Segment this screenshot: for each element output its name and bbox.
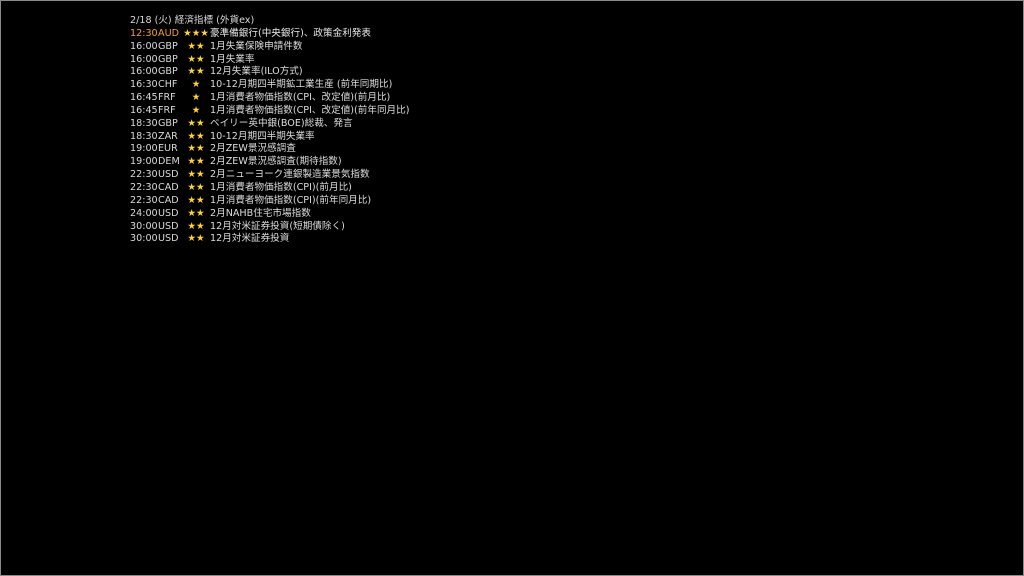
- event-time: 16:00: [130, 40, 158, 52]
- event-currency: FRF: [158, 92, 176, 104]
- event-title: 12月対米証券投資: [210, 233, 290, 245]
- importance-stars-icon: ★★: [187, 181, 205, 193]
- importance-stars-icon: ★: [191, 104, 201, 116]
- event-time: 19:00: [130, 156, 158, 168]
- event-title: 1月失業保険申請件数: [210, 40, 303, 52]
- event-row: 30:00 USD ★★ 12月対米証券投資: [130, 233, 409, 246]
- event-row: 19:00 DEM ★★ 2月ZEW景況感調査(期待指数): [130, 156, 409, 169]
- event-title: 10-12月期四半期鉱工業生産 (前年同期比): [210, 79, 393, 91]
- event-title: 1月消費者物価指数(CPI)(前年同月比): [210, 194, 372, 206]
- event-currency: USD: [158, 233, 179, 245]
- event-currency: GBP: [158, 117, 178, 129]
- event-row: 22:30 USD ★★ 2月ニューヨーク連銀製造業景気指数: [130, 169, 409, 182]
- event-time: 24:00: [130, 207, 158, 219]
- event-title: 10-12月期四半期失業率: [210, 130, 315, 142]
- event-title: 1月消費者物価指数(CPI、改定値)(前年同月比): [210, 104, 410, 116]
- importance-stars-icon: ★★: [187, 220, 205, 232]
- event-title: 2月NAHB住宅市場指数: [210, 207, 311, 219]
- event-row: 16:30 CHF ★ 10-12月期四半期鉱工業生産 (前年同期比): [130, 79, 409, 92]
- event-list: 12:30 AUD ★★★ 豪準備銀行(中央銀行)、政策金利発表 16:00 GBP ★★ 1…: [130, 28, 409, 246]
- importance-stars-icon: ★: [191, 79, 201, 91]
- event-time: 16:00: [130, 66, 158, 78]
- event-time: 12:30: [130, 27, 158, 39]
- event-time: 16:00: [130, 53, 158, 65]
- event-row: 16:00 GBP ★★ 1月失業保険申請件数: [130, 41, 409, 54]
- event-row: 19:00 EUR ★★ 2月ZEW景況感調査: [130, 143, 409, 156]
- importance-stars-icon: ★★: [187, 66, 205, 78]
- event-time: 22:30: [130, 169, 158, 181]
- event-time: 16:45: [130, 92, 158, 104]
- event-title: 2月ニューヨーク連銀製造業景気指数: [210, 169, 370, 181]
- importance-stars-icon: ★★: [187, 156, 205, 168]
- event-currency: CAD: [158, 181, 179, 193]
- event-currency: CAD: [158, 194, 179, 206]
- event-currency: USD: [158, 207, 179, 219]
- event-time: 16:30: [130, 79, 158, 91]
- event-currency: CHF: [158, 79, 178, 91]
- importance-stars-icon: ★: [191, 92, 201, 104]
- event-currency: DEM: [158, 156, 180, 168]
- importance-stars-icon: ★★★: [183, 27, 209, 39]
- event-currency: GBP: [158, 66, 178, 78]
- event-row: 24:00 USD ★★ 2月NAHB住宅市場指数: [130, 208, 409, 221]
- event-title: 12月対米証券投資(短期債除く): [210, 220, 345, 232]
- window-frame: 2/18 (火) 経済指標 (外貨ex) 12:30 AUD ★★★ 豪準備銀行(中央…: [0, 0, 1024, 576]
- event-title: 1月失業率: [210, 53, 255, 65]
- event-row: 12:30 AUD ★★★ 豪準備銀行(中央銀行)、政策金利発表: [130, 28, 409, 41]
- event-row: 16:45 FRF ★ 1月消費者物価指数(CPI、改定値)(前年同月比): [130, 105, 409, 118]
- importance-stars-icon: ★★: [187, 194, 205, 206]
- event-time: 22:30: [130, 194, 158, 206]
- event-title: ベイリー英中銀(BOE)総裁、発言: [210, 117, 353, 129]
- event-row: 22:30 CAD ★★ 1月消費者物価指数(CPI)(前年同月比): [130, 195, 409, 208]
- event-time: 16:45: [130, 104, 158, 116]
- event-time: 30:00: [130, 233, 158, 245]
- calendar-title: 2/18 (火) 経済指標 (外貨ex): [130, 15, 255, 26]
- event-row: 16:00 GBP ★★ 1月失業率: [130, 54, 409, 67]
- event-title: 2月ZEW景況感調査(期待指数): [210, 156, 342, 168]
- event-time: 18:30: [130, 130, 158, 142]
- event-row: 16:00 GBP ★★ 12月失業率(ILO方式): [130, 66, 409, 79]
- importance-stars-icon: ★★: [187, 233, 205, 245]
- event-title: 12月失業率(ILO方式): [210, 66, 303, 78]
- event-row: 22:30 CAD ★★ 1月消費者物価指数(CPI)(前月比): [130, 182, 409, 195]
- event-row: 18:30 GBP ★★ ベイリー英中銀(BOE)総裁、発言: [130, 118, 409, 131]
- event-currency: USD: [158, 169, 179, 181]
- event-currency: FRF: [158, 104, 176, 116]
- event-currency: ZAR: [158, 130, 178, 142]
- event-time: 22:30: [130, 181, 158, 193]
- event-title: 2月ZEW景況感調査: [210, 143, 296, 155]
- event-time: 19:00: [130, 143, 158, 155]
- importance-stars-icon: ★★: [187, 143, 205, 155]
- event-currency: GBP: [158, 40, 178, 52]
- importance-stars-icon: ★★: [187, 207, 205, 219]
- event-title: 豪準備銀行(中央銀行)、政策金利発表: [210, 27, 371, 39]
- event-row: 30:00 USD ★★ 12月対米証券投資(短期債除く): [130, 221, 409, 234]
- importance-stars-icon: ★★: [187, 53, 205, 65]
- economic-calendar-panel: 2/18 (火) 経済指標 (外貨ex) 12:30 AUD ★★★ 豪準備銀行(中央…: [130, 15, 409, 246]
- event-time: 30:00: [130, 220, 158, 232]
- event-row: 18:30 ZAR ★★ 10-12月期四半期失業率: [130, 131, 409, 144]
- event-currency: EUR: [158, 143, 178, 155]
- importance-stars-icon: ★★: [187, 40, 205, 52]
- event-time: 18:30: [130, 117, 158, 129]
- event-title: 1月消費者物価指数(CPI)(前月比): [210, 181, 352, 193]
- event-row: 16:45 FRF ★ 1月消費者物価指数(CPI、改定値)(前月比): [130, 92, 409, 105]
- importance-stars-icon: ★★: [187, 117, 205, 129]
- event-currency: AUD: [158, 27, 179, 39]
- event-title: 1月消費者物価指数(CPI、改定値)(前月比): [210, 92, 391, 104]
- importance-stars-icon: ★★: [187, 169, 205, 181]
- event-currency: GBP: [158, 53, 178, 65]
- importance-stars-icon: ★★: [187, 130, 205, 142]
- event-currency: USD: [158, 220, 179, 232]
